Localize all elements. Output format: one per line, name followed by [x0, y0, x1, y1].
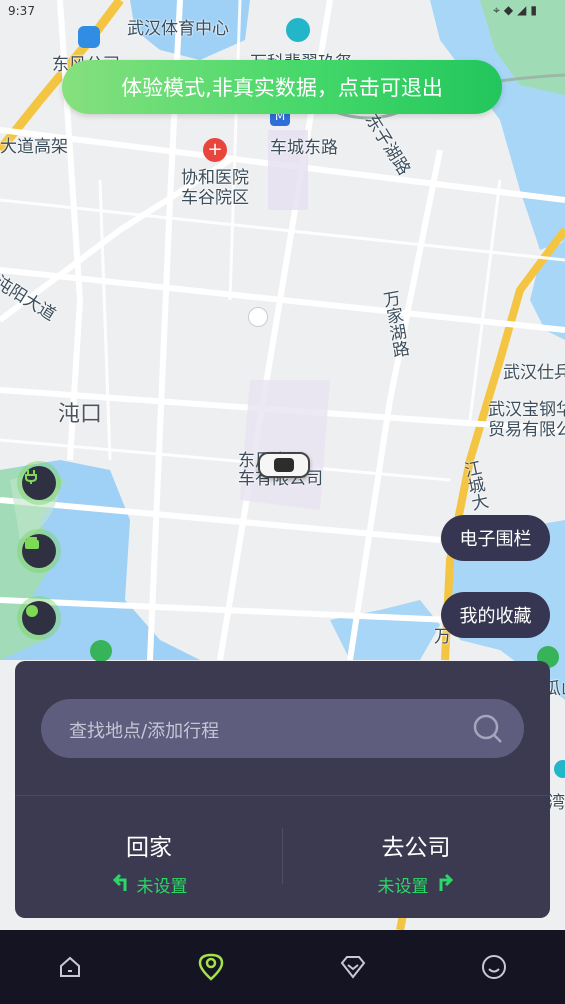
map-label-zhuankou: 沌口 — [58, 402, 103, 427]
turn-right-arrow-icon — [435, 872, 455, 897]
location-target-icon[interactable] — [22, 601, 56, 635]
bottom-tab-bar — [0, 930, 565, 1004]
map-label-baosteel: 武汉宝钢华 贸易有限公 — [488, 400, 565, 440]
car-service-icon[interactable] — [22, 534, 56, 568]
wifi-icon: ◆ — [503, 3, 518, 17]
charging-station-icon[interactable] — [22, 466, 56, 500]
poi-marker-icon-2[interactable] — [554, 760, 565, 778]
tab-map[interactable] — [194, 950, 228, 984]
map-label-wuhan-shi: 武汉仕兵 — [503, 363, 565, 383]
map-label-chechengdong: 车城东路 — [270, 138, 338, 158]
diamond-icon — [340, 956, 366, 979]
tab-me[interactable] — [477, 950, 511, 984]
tab-home[interactable] — [53, 950, 87, 984]
vehicle-marker-icon[interactable] — [258, 452, 310, 478]
location-icon: ⌖ — [493, 3, 504, 17]
search-input[interactable]: 查找地点/添加行程 — [69, 717, 219, 743]
map-label-wan2: 湾 — [548, 793, 565, 813]
search-bar[interactable]: 查找地点/添加行程 — [41, 699, 524, 758]
battery-icon: ▮ — [530, 3, 541, 17]
work-title: 去公司 — [381, 835, 451, 861]
demo-mode-banner[interactable]: 体验模式,非真实数据，点击可退出 — [62, 60, 502, 114]
map-label-elevated: 大道高架 — [0, 137, 68, 157]
status-bar: 9:37 ⌖◆◢▮ — [0, 0, 565, 24]
smile-icon — [482, 955, 506, 979]
favorites-button[interactable]: 我的收藏 — [441, 592, 550, 638]
geofence-button[interactable]: 电子围栏 — [441, 515, 550, 561]
destination-divider — [282, 828, 283, 884]
tab-discover[interactable] — [336, 950, 370, 984]
home-status: 未设置 — [136, 877, 188, 897]
hospital-marker-icon[interactable]: + — [203, 138, 227, 162]
home-title: 回家 — [126, 835, 172, 861]
panel-divider — [15, 795, 550, 796]
turn-left-arrow-icon — [111, 872, 131, 897]
work-status: 未设置 — [377, 877, 429, 897]
transit-marker-icon[interactable] — [78, 26, 100, 48]
location-pin-icon — [198, 953, 224, 981]
park-marker-icon[interactable] — [90, 640, 112, 662]
signal-icon: ◢ — [517, 3, 531, 17]
status-icons: ⌖◆◢▮ — [493, 3, 541, 18]
sinopec-marker-icon[interactable] — [248, 307, 268, 327]
home-destination[interactable]: 回家 未设置 — [49, 828, 249, 897]
status-time: 9:37 — [8, 4, 35, 18]
navigation-panel: 查找地点/添加行程 回家 未设置 去公司 未设置 — [15, 661, 550, 918]
map-label-hospital: 协和医院 车谷院区 — [181, 168, 249, 208]
app-screen: 武汉体育中心 东风公司 万科翡翠玖玺 大道高架 车城东路 东子湖路 协和医院 车… — [0, 0, 565, 1004]
search-icon[interactable] — [472, 713, 504, 749]
home-icon — [60, 956, 80, 977]
work-destination[interactable]: 去公司 未设置 — [316, 828, 516, 897]
